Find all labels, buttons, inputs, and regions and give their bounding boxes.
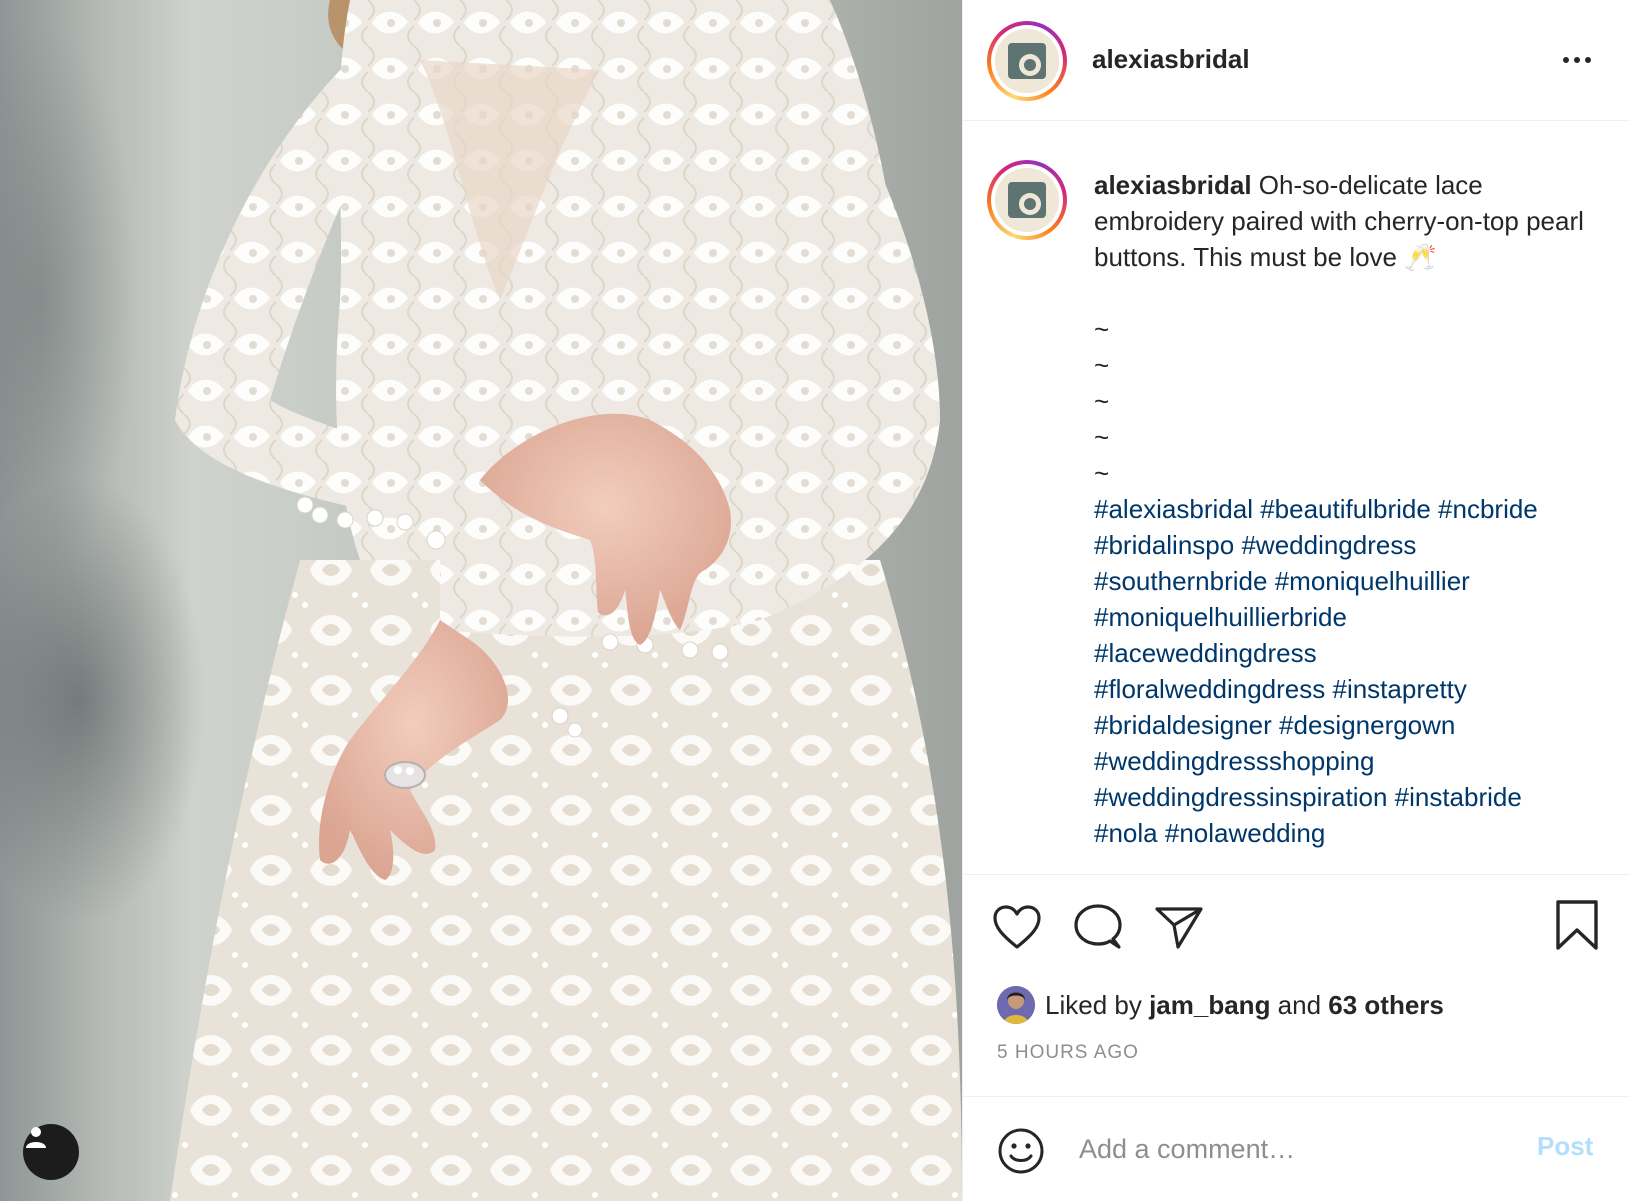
- likes-prefix: Liked by: [1045, 989, 1150, 1020]
- hashtag-link[interactable]: #alexiasbridal: [1094, 494, 1253, 524]
- caption-username[interactable]: alexiasbridal: [1094, 170, 1252, 200]
- hashtag-link[interactable]: #weddingdressinspiration: [1094, 782, 1387, 812]
- post-timestamp[interactable]: 5 HOURS AGO: [997, 1042, 1139, 1064]
- paper-plane-icon[interactable]: [1153, 901, 1205, 953]
- hashtag-link[interactable]: #southernbride: [1094, 566, 1267, 596]
- caption-tilde: ~: [1094, 386, 1110, 416]
- profile-avatar[interactable]: [987, 21, 1067, 101]
- bookmark-icon[interactable]: [1551, 899, 1603, 951]
- user-tag-icon: [26, 1127, 46, 1148]
- brand-logo-icon: [995, 29, 1059, 93]
- liker-username[interactable]: jam_bang: [1149, 990, 1270, 1021]
- more-options-icon[interactable]: [1557, 48, 1597, 72]
- hashtag-link[interactable]: #nola: [1094, 818, 1158, 848]
- caption-tilde: ~: [1094, 422, 1110, 452]
- likes-summary: Liked by jam_bang and 63 others: [997, 985, 1444, 1025]
- comment-bar: Post: [963, 1096, 1630, 1202]
- hashtag-link[interactable]: #weddingdressshopping: [1094, 746, 1374, 776]
- hashtag-link[interactable]: #bridaldesigner: [1094, 710, 1272, 740]
- hashtag-link[interactable]: #beautifulbride: [1260, 494, 1431, 524]
- hashtag-link[interactable]: #floralweddingdress: [1094, 674, 1325, 704]
- hashtag-link[interactable]: #bridalinspo: [1094, 530, 1234, 560]
- user-tag-button[interactable]: [23, 1124, 79, 1180]
- hashtag-link[interactable]: #nolawedding: [1165, 818, 1325, 848]
- post-comment-button[interactable]: Post: [1537, 1131, 1593, 1162]
- post-header: alexiasbridal: [963, 0, 1630, 121]
- post-actions: [963, 874, 1630, 950]
- hashtag-link[interactable]: #ncbride: [1438, 494, 1538, 524]
- emoji-icon[interactable]: [995, 1125, 1047, 1177]
- post-caption: alexiasbridal Oh-so-delicate lace embroi…: [1094, 167, 1604, 851]
- post-photo[interactable]: [0, 0, 962, 1201]
- likes-middle: and: [1270, 989, 1329, 1020]
- hashtag-link[interactable]: #weddingdress: [1241, 530, 1416, 560]
- caption-tilde: ~: [1094, 350, 1110, 380]
- heart-icon[interactable]: [991, 901, 1043, 953]
- caption-tilde: ~: [1094, 458, 1110, 488]
- header-username[interactable]: alexiasbridal: [1092, 44, 1250, 75]
- hashtag-link[interactable]: #instapretty: [1332, 674, 1466, 704]
- hashtag-list: #alexiasbridal #beautifulbride #ncbride …: [1094, 494, 1538, 848]
- comment-bubble-icon[interactable]: [1072, 901, 1124, 953]
- hashtag-link[interactable]: #designergown: [1279, 710, 1455, 740]
- liker-avatar[interactable]: [997, 986, 1035, 1024]
- caption-tilde: ~: [1094, 314, 1110, 344]
- brand-logo-icon: [995, 168, 1059, 232]
- comment-input[interactable]: [1077, 1125, 1511, 1173]
- hashtag-link[interactable]: #instabride: [1395, 782, 1522, 812]
- caption-avatar[interactable]: [987, 160, 1067, 240]
- hashtag-link[interactable]: #moniquelhuillierbride: [1094, 602, 1347, 632]
- hashtag-link[interactable]: #moniquelhuillier: [1275, 566, 1470, 596]
- hashtag-link[interactable]: #laceweddingdress: [1094, 638, 1317, 668]
- wedding-dress-photo: [170, 0, 962, 1201]
- post-detail-panel: alexiasbridal alexiasbridal Oh-so-delica…: [962, 0, 1630, 1201]
- likes-others-link[interactable]: 63 others: [1328, 990, 1444, 1021]
